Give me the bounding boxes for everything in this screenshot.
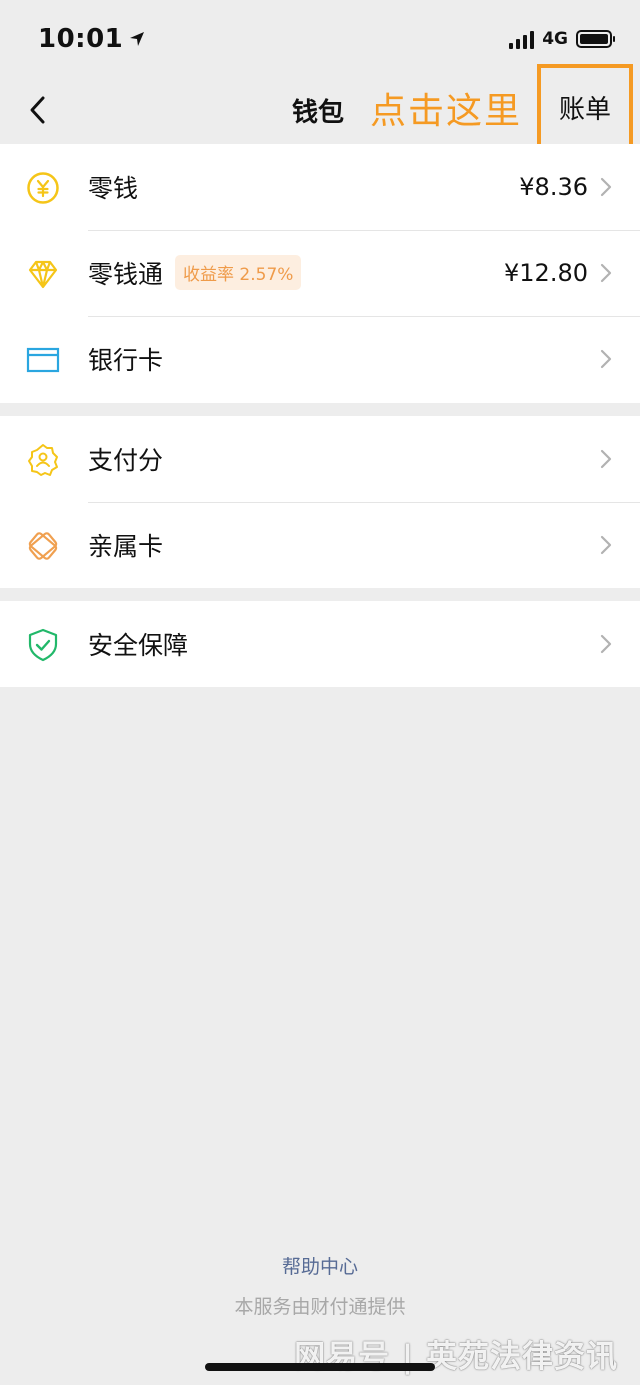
row-value: ¥12.80 — [504, 259, 588, 287]
time-text: 10:01 — [38, 24, 124, 54]
wallet-group-services: 支付分 亲属卡 — [0, 416, 640, 588]
diamond-icon — [26, 257, 60, 291]
yield-rate-badge: 收益率 2.57% — [175, 255, 302, 290]
chevron-right-icon — [600, 263, 612, 283]
list-item-change[interactable]: 零钱 ¥8.36 — [0, 144, 640, 230]
chevron-right-icon — [600, 177, 612, 197]
row-label: 银行卡 — [88, 346, 164, 375]
chevron-right-icon — [600, 535, 612, 555]
shield-check-icon — [26, 628, 60, 662]
yuan-coin-icon — [26, 171, 60, 205]
network-type: 4G — [542, 29, 568, 49]
location-arrow-icon — [130, 32, 145, 46]
bill-button[interactable]: 账单 — [537, 64, 633, 150]
bank-card-icon — [26, 343, 60, 377]
list-item-security[interactable]: 安全保障 — [0, 601, 640, 687]
row-label: 零钱通 — [88, 260, 164, 289]
status-indicators: 4G — [509, 29, 615, 49]
nav-bar: 钱包 点击这里 账单 — [0, 64, 640, 150]
provider-text: 本服务由财付通提供 — [234, 1296, 406, 1318]
chevron-right-icon — [600, 634, 612, 654]
wallet-group-security: 安全保障 — [0, 601, 640, 687]
help-center-link[interactable]: 帮助中心 — [0, 1252, 640, 1279]
list-item-family-card[interactable]: 亲属卡 — [0, 502, 640, 588]
status-time: 10:01 — [38, 24, 145, 54]
list-item-bank-card[interactable]: 银行卡 — [0, 316, 640, 402]
signal-icon — [509, 29, 535, 49]
list-item-pay-score[interactable]: 支付分 — [0, 416, 640, 502]
page-title: 钱包 — [292, 98, 345, 128]
home-indicator[interactable] — [205, 1363, 435, 1371]
row-label: 零钱 — [88, 174, 139, 203]
chevron-left-icon — [30, 96, 45, 124]
back-button[interactable] — [18, 90, 58, 130]
row-label: 安全保障 — [88, 631, 189, 660]
bill-button-label: 账单 — [558, 94, 611, 125]
row-label: 亲属卡 — [88, 532, 164, 561]
click-here-annotation: 点击这里 — [370, 91, 523, 132]
chevron-right-icon — [600, 349, 612, 369]
wallet-group-balances: 零钱 ¥8.36 零钱通 收益率 2.57% ¥12.80 银行卡 — [0, 144, 640, 403]
row-value: ¥8.36 — [519, 173, 588, 201]
badge-person-icon — [26, 443, 60, 477]
battery-icon — [576, 30, 615, 48]
row-label: 支付分 — [88, 446, 164, 475]
list-item-lingqiantong[interactable]: 零钱通 收益率 2.57% ¥12.80 — [0, 230, 640, 316]
chevron-right-icon — [600, 449, 612, 469]
family-card-icon — [26, 529, 60, 563]
